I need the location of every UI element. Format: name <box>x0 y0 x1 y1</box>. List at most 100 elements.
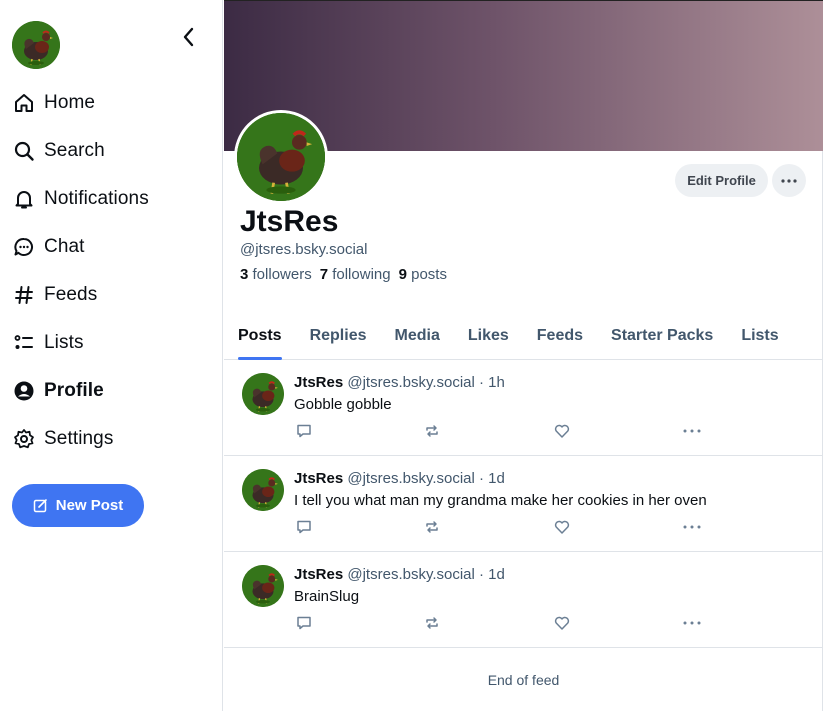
user-avatar[interactable] <box>12 21 60 69</box>
tab-replies[interactable]: Replies <box>310 312 367 360</box>
new-post-button[interactable]: New Post <box>12 484 144 527</box>
post-text: I tell you what man my grandma make her … <box>294 492 707 509</box>
post-text: Gobble gobble <box>294 396 392 413</box>
post-more-button[interactable] <box>682 422 702 440</box>
sidebar-nav: Home Search Notifications Chat Feeds Lis… <box>0 79 222 463</box>
like-button[interactable] <box>552 518 572 536</box>
collapse-sidebar-button[interactable] <box>176 24 202 50</box>
sidebar-item-label: Profile <box>44 380 104 401</box>
post-avatar[interactable] <box>242 565 284 607</box>
tab-starter-packs[interactable]: Starter Packs <box>611 312 713 360</box>
post-meta: @jtsres.bsky.social · 1h <box>347 374 505 391</box>
chevron-left-icon <box>183 27 194 47</box>
tab-feeds[interactable]: Feeds <box>537 312 583 360</box>
heart-icon <box>554 520 570 534</box>
sidebar-item-label: Feeds <box>44 284 98 305</box>
reply-button[interactable] <box>294 422 314 440</box>
sidebar-item-label: Search <box>44 140 105 161</box>
tab-lists[interactable]: Lists <box>741 312 778 360</box>
gear-icon <box>13 428 35 450</box>
repost-icon <box>426 617 438 629</box>
like-button[interactable] <box>552 614 572 632</box>
profile-stats: 3 followers 7 following 9 posts <box>240 266 447 283</box>
sidebar-item-feeds[interactable]: Feeds <box>0 271 222 319</box>
heart-icon <box>554 616 570 630</box>
compose-icon <box>33 499 47 513</box>
new-post-label: New Post <box>55 497 124 514</box>
post-meta: @jtsres.bsky.social · 1d <box>347 470 505 487</box>
ellipsis-icon <box>683 429 701 433</box>
posts-label: posts <box>411 266 447 283</box>
repost-icon <box>426 425 438 437</box>
post-text: BrainSlug <box>294 588 360 605</box>
sidebar-item-settings[interactable]: Settings <box>0 415 222 463</box>
post-more-button[interactable] <box>682 518 702 536</box>
heart-icon <box>554 424 570 438</box>
profile-avatar[interactable] <box>234 110 328 204</box>
following-count: 7 <box>319 266 329 283</box>
sidebar-item-search[interactable]: Search <box>0 127 222 175</box>
display-name: JtsRes <box>240 205 339 238</box>
repost-button[interactable] <box>422 614 442 632</box>
chat-icon <box>13 236 35 258</box>
reply-button[interactable] <box>294 614 314 632</box>
repost-button[interactable] <box>422 422 442 440</box>
tab-likes[interactable]: Likes <box>468 312 509 360</box>
following-link[interactable]: 7 following <box>320 266 391 283</box>
sidebar-item-chat[interactable]: Chat <box>0 223 222 271</box>
posts-count: 9 <box>398 266 407 283</box>
sidebar-item-profile[interactable]: Profile <box>0 367 222 415</box>
followers-label: followers <box>252 266 312 283</box>
sidebar-item-lists[interactable]: Lists <box>0 319 222 367</box>
reply-button[interactable] <box>294 518 314 536</box>
sidebar-item-label: Settings <box>44 428 114 449</box>
repost-icon <box>426 521 438 533</box>
post-avatar[interactable] <box>242 373 284 415</box>
reply-icon <box>297 616 311 630</box>
tab-posts[interactable]: Posts <box>238 312 282 360</box>
user-icon <box>13 380 35 402</box>
post-author-name[interactable]: JtsRes <box>294 374 343 391</box>
sidebar-item-label: Home <box>44 92 96 113</box>
followers-link[interactable]: 3 followers <box>240 266 312 283</box>
sidebar-item-label: Lists <box>44 332 84 353</box>
post-item[interactable]: JtsRes @jtsres.bsky.social · 1h Gobble g… <box>224 360 823 456</box>
sidebar-item-label: Notifications <box>44 188 149 209</box>
sidebar-item-home[interactable]: Home <box>0 79 222 127</box>
ellipsis-icon <box>683 525 701 529</box>
post-actions <box>294 422 714 440</box>
post-meta: @jtsres.bsky.social · 1d <box>347 566 505 583</box>
sidebar: Home Search Notifications Chat Feeds Lis… <box>0 0 223 711</box>
profile-main: Edit Profile JtsRes @jtsres.bsky.social … <box>224 0 823 711</box>
post-header: JtsRes @jtsres.bsky.social · 1d <box>294 566 505 583</box>
profile-more-button[interactable] <box>772 164 806 197</box>
sidebar-item-notifications[interactable]: Notifications <box>0 175 222 223</box>
posts-stat: 9 posts <box>399 266 447 283</box>
post-item[interactable]: JtsRes @jtsres.bsky.social · 1d I tell y… <box>224 456 823 552</box>
post-actions <box>294 518 714 536</box>
profile-handle: @jtsres.bsky.social <box>240 241 368 258</box>
edit-profile-button[interactable]: Edit Profile <box>675 164 768 197</box>
post-actions <box>294 614 714 632</box>
post-feed: JtsRes @jtsres.bsky.social · 1h Gobble g… <box>224 360 823 648</box>
list-icon <box>13 332 35 354</box>
reply-icon <box>297 520 311 534</box>
like-button[interactable] <box>552 422 572 440</box>
post-header: JtsRes @jtsres.bsky.social · 1h <box>294 374 505 391</box>
search-icon <box>13 140 35 162</box>
post-header: JtsRes @jtsres.bsky.social · 1d <box>294 470 505 487</box>
post-more-button[interactable] <box>682 614 702 632</box>
post-author-name[interactable]: JtsRes <box>294 566 343 583</box>
repost-button[interactable] <box>422 518 442 536</box>
following-label: following <box>332 266 391 283</box>
reply-icon <box>297 424 311 438</box>
tab-media[interactable]: Media <box>395 312 440 360</box>
end-of-feed: End of feed <box>487 672 560 688</box>
post-author-name[interactable]: JtsRes <box>294 470 343 487</box>
post-avatar[interactable] <box>242 469 284 511</box>
hash-icon <box>13 284 35 306</box>
home-icon <box>13 92 35 114</box>
post-item[interactable]: JtsRes @jtsres.bsky.social · 1d BrainSlu… <box>224 552 823 648</box>
bell-icon <box>13 188 35 210</box>
followers-count: 3 <box>240 266 249 283</box>
